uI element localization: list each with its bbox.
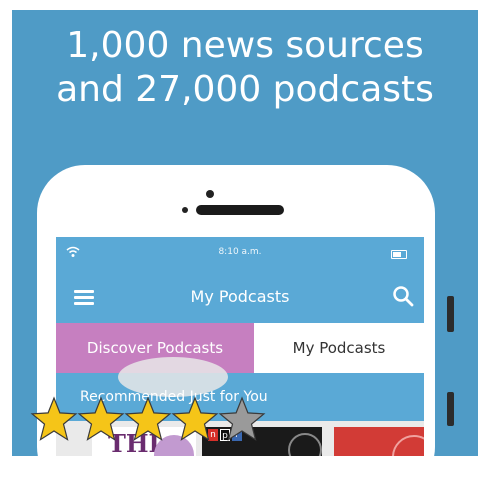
phone-side-button xyxy=(447,392,454,426)
search-icon[interactable] xyxy=(392,285,414,307)
camera-icon xyxy=(206,190,214,198)
star-filled-icon xyxy=(77,396,125,441)
status-bar: 8:10 a.m. xyxy=(56,237,424,271)
star-empty-icon xyxy=(218,396,266,441)
tab-my-podcasts[interactable]: My Podcasts xyxy=(254,323,424,373)
star-filled-icon xyxy=(30,396,78,441)
battery-icon xyxy=(391,250,407,259)
sensor-dot xyxy=(182,207,188,213)
page-title: My Podcasts xyxy=(190,287,290,306)
headline-line-1: 1,000 news sources xyxy=(66,25,424,66)
speaker-grille xyxy=(196,205,284,215)
star-filled-icon xyxy=(124,396,172,441)
app-navbar: My Podcasts xyxy=(56,271,424,323)
podcast-thumbnail[interactable] xyxy=(334,427,424,456)
star-filled-icon xyxy=(171,396,219,441)
star-rating xyxy=(30,396,266,441)
status-time: 8:10 a.m. xyxy=(218,247,262,257)
headline-line-2: and 27,000 podcasts xyxy=(56,69,434,110)
decorative-circle xyxy=(392,435,424,456)
headline: 1,000 news sources and 27,000 podcasts xyxy=(12,24,478,112)
phone-side-button xyxy=(447,296,454,332)
play-ring-icon xyxy=(288,433,322,456)
